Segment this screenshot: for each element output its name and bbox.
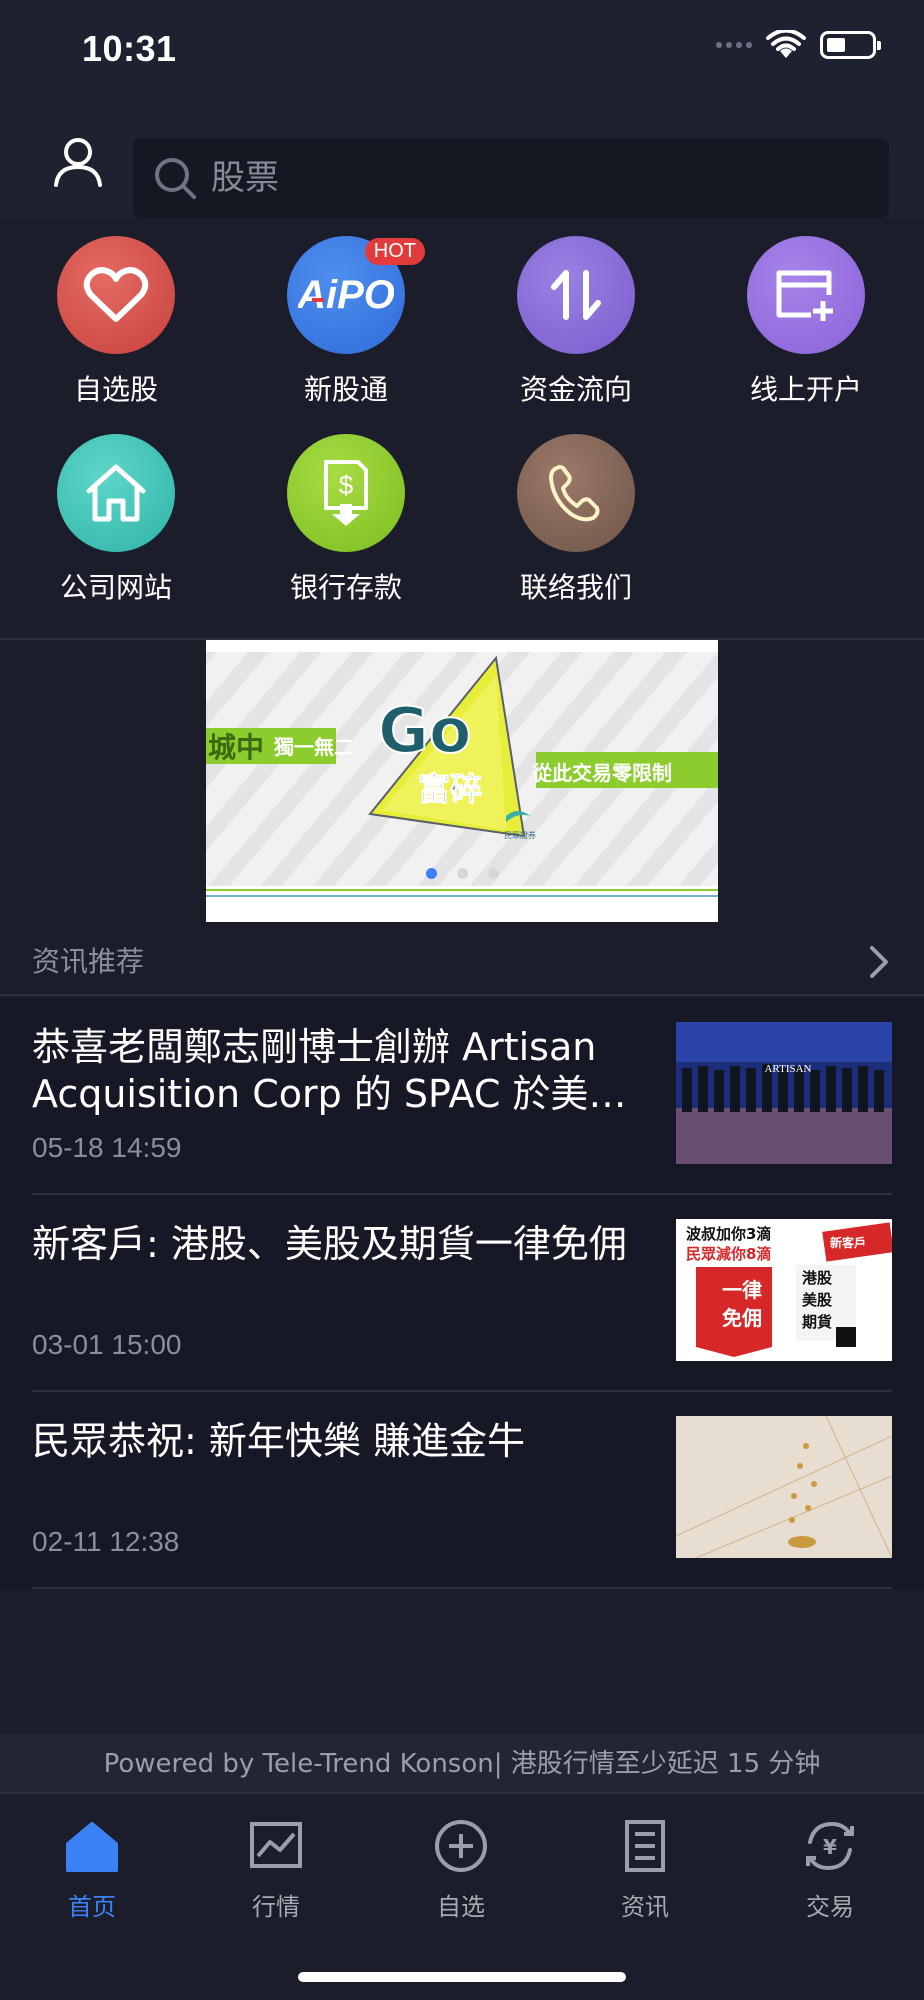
menu-label: 银行存款 — [289, 571, 402, 604]
hot-badge: HOT — [364, 238, 425, 265]
menu-item-contact[interactable]: 联络我们 — [486, 434, 666, 606]
powered-by-footer: Powered by Tele-Trend Konson| 港股行情至少延迟 1… — [0, 1734, 924, 1794]
chevron-right-icon[interactable] — [864, 944, 892, 980]
deposit-icon: $ — [287, 434, 405, 552]
heart-icon — [57, 236, 175, 354]
menu-item-website[interactable]: 公司网站 — [26, 434, 206, 606]
svg-text:民眾證券: 民眾證券 — [504, 830, 536, 840]
banner-left-text: 城中 — [208, 731, 264, 764]
status-time: 10:31 — [82, 28, 177, 69]
banner-dot[interactable] — [456, 868, 468, 879]
banner-fu-text: 富碎 — [418, 770, 482, 808]
news-item[interactable]: 恭喜老闆鄭志剛博士創辦 Artisan Acquisition Corp 的 S… — [32, 998, 892, 1195]
tab-label: 行情 — [252, 1893, 300, 1921]
search-bar[interactable] — [133, 138, 889, 218]
svg-text:港股美股期貨: 港股美股期貨 — [802, 1269, 833, 1331]
promo-banner[interactable]: 城中 獨一無二 Go 富碎 從此交易零限制 民眾證券 — [206, 640, 718, 922]
news-time: 02-11 12:38 — [32, 1526, 180, 1557]
quick-menu: 自选股 AiPO HOT 新股通 资金流向 线上开户 公司网站 $ 银行存款 联… — [0, 218, 924, 640]
signal-icon — [716, 42, 752, 48]
news-section-header[interactable]: 资讯推荐 — [0, 922, 924, 996]
tab-label: 自选 — [437, 1893, 485, 1921]
banner-pagination[interactable] — [206, 866, 718, 884]
menu-item-ipo[interactable]: AiPO HOT 新股通 — [256, 236, 436, 408]
svg-text:波叔加你3滴: 波叔加你3滴 — [686, 1225, 771, 1243]
wifi-icon — [766, 30, 806, 58]
phone-icon — [517, 434, 635, 552]
document-icon — [625, 1820, 665, 1872]
banner-right-text: 從此交易零限制 — [531, 761, 672, 785]
tab-market[interactable]: 行情 — [206, 1816, 346, 1922]
banner-go-text: Go — [378, 694, 471, 767]
bottom-tab-bar: 首页 行情 自选 资讯 ¥ 交易 — [0, 1794, 924, 2000]
news-thumbnail: ARTISAN — [676, 1022, 892, 1164]
menu-label: 线上开户 — [749, 373, 862, 406]
menu-item-watchlist[interactable]: 自选股 — [26, 236, 206, 408]
tab-watchlist[interactable]: 自选 — [391, 1816, 531, 1922]
banner-sub-text: 獨一無二 — [273, 735, 354, 759]
svg-text:¥: ¥ — [823, 1835, 837, 1859]
svg-text:民眾減你8滴: 民眾減你8滴 — [686, 1245, 771, 1263]
tab-label: 交易 — [806, 1893, 854, 1921]
news-time: 03-01 15:00 — [32, 1329, 182, 1360]
menu-item-fund-flow[interactable]: 资金流向 — [486, 236, 666, 408]
search-icon — [155, 158, 196, 199]
news-thumbnail — [676, 1416, 892, 1558]
user-icon — [54, 138, 102, 187]
status-icons — [716, 30, 881, 60]
plus-circle-icon — [435, 1820, 487, 1872]
news-time: 05-18 14:59 — [32, 1132, 182, 1163]
tab-news[interactable]: 资讯 — [575, 1816, 715, 1922]
news-section-title: 资讯推荐 — [32, 945, 145, 978]
yen-exchange-icon: ¥ — [806, 1821, 854, 1871]
banner-dot[interactable] — [487, 868, 499, 879]
svg-text:ARTISAN: ARTISAN — [764, 1063, 811, 1075]
battery-icon — [820, 31, 881, 59]
menu-label: 公司网站 — [59, 571, 172, 604]
tab-home[interactable]: 首页 — [22, 1816, 162, 1922]
news-list: 恭喜老闆鄭志剛博士創辦 Artisan Acquisition Corp 的 S… — [0, 998, 924, 1589]
top-bar: 10:31 — [0, 0, 924, 218]
chart-icon — [250, 1822, 302, 1868]
flow-arrows-icon — [517, 236, 635, 354]
svg-text:$: $ — [339, 470, 354, 500]
news-item[interactable]: 新客戶: 港股、美股及期貨一律免佣 03-01 15:00 波叔加你3滴 民眾減… — [32, 1195, 892, 1392]
news-thumbnail: 波叔加你3滴 民眾減你8滴 新客戶 一律免佣 港股美股期貨 — [676, 1219, 892, 1361]
menu-label: 新股通 — [303, 373, 388, 406]
menu-label: 自选股 — [73, 373, 158, 406]
search-input[interactable] — [211, 138, 851, 218]
news-title: 恭喜老闆鄭志剛博士創辦 Artisan Acquisition Corp 的 S… — [32, 1025, 627, 1116]
svg-text:新客戶: 新客戶 — [830, 1235, 866, 1250]
tab-trade[interactable]: ¥ 交易 — [760, 1816, 900, 1922]
news-item[interactable]: 民眾恭祝: 新年快樂 賺進金牛 02-11 12:38 — [32, 1392, 892, 1589]
home-indicator[interactable] — [298, 1972, 626, 1982]
house-icon — [57, 434, 175, 552]
menu-item-open-account[interactable]: 线上开户 — [716, 236, 896, 408]
news-title: 新客戶: 港股、美股及期貨一律免佣 — [32, 1222, 627, 1266]
tab-label: 首页 — [68, 1893, 116, 1921]
open-account-icon — [747, 236, 865, 354]
user-profile-button[interactable] — [50, 133, 106, 189]
aipo-icon: AiPO HOT — [287, 236, 425, 354]
menu-label: 资金流向 — [519, 373, 632, 406]
news-title: 民眾恭祝: 新年快樂 賺進金牛 — [32, 1419, 525, 1463]
home-icon — [66, 1822, 118, 1872]
svg-text:AiPO: AiPO — [298, 273, 394, 317]
banner-dot[interactable] — [425, 868, 437, 879]
menu-label: 联络我们 — [519, 571, 632, 604]
menu-item-bank-deposit[interactable]: $ 银行存款 — [256, 434, 436, 606]
tab-label: 资讯 — [621, 1893, 669, 1921]
